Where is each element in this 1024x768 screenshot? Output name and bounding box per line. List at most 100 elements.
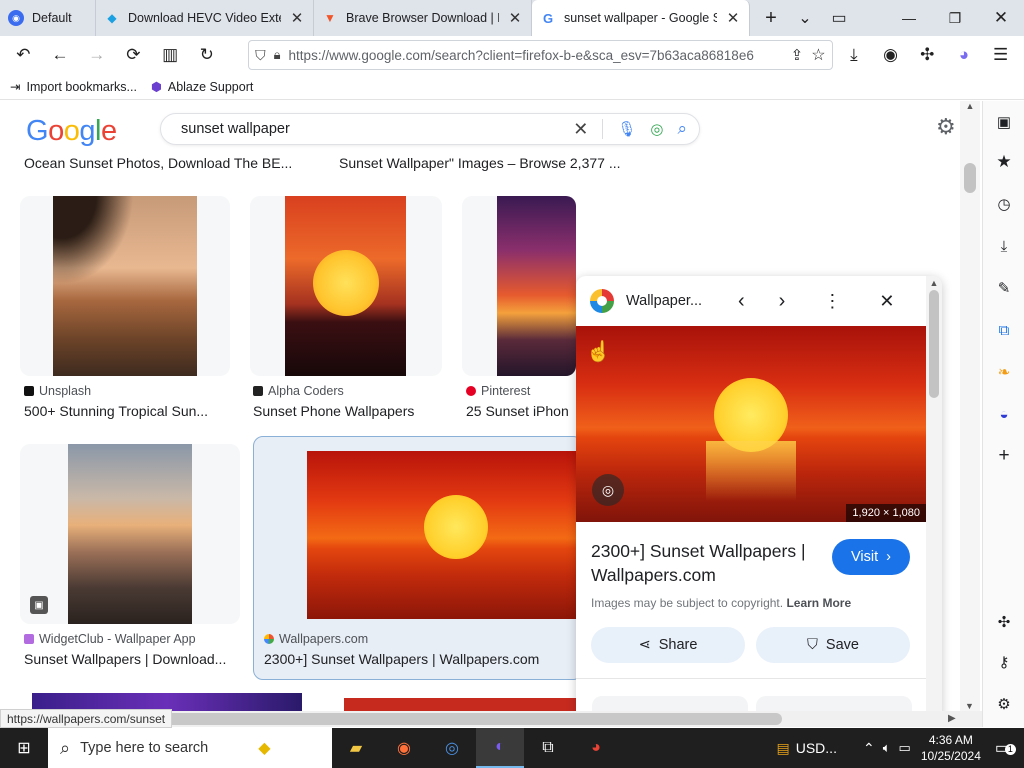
source-wallpapers-com[interactable]: Wallpapers.com [264,632,368,646]
panel-site-name[interactable]: Wallpaper... [626,293,710,309]
scroll-right-icon[interactable]: ▶ [948,713,956,724]
scroll-thumb[interactable] [929,290,939,398]
source-unsplash[interactable]: Unsplash [24,384,91,398]
search-icon[interactable]: ⌕ [677,119,687,139]
top-caption-2[interactable]: Sunset Wallpaper" Images – Browse 2,377 … [339,155,631,171]
settings-icon[interactable]: ⚙ [991,691,1017,717]
tab-google-search[interactable]: G sunset wallpaper - Google Search ✕ [532,0,750,36]
firefox-view-icon[interactable]: ▭ [822,0,856,36]
download-icon[interactable]: ⤓ [991,233,1017,259]
new-tab-icon[interactable]: + [754,0,788,36]
briefcase-icon[interactable]: ▣ [991,109,1017,135]
forward-icon[interactable]: → [79,39,114,71]
lens-search-icon[interactable]: ◎ [592,474,624,506]
page-scrollbar[interactable]: ▲ ▼ [960,101,980,711]
microphone-icon[interactable]: 🎙︎ [617,120,636,138]
clear-search-icon[interactable]: ✕ [573,119,588,140]
undo-icon[interactable]: ↶ [6,39,41,71]
save-button[interactable]: ⛉ Save [756,627,910,663]
downloads-icon[interactable]: ⤓ [837,39,872,71]
reload-icon[interactable]: ↻ [189,39,224,71]
scroll-down-icon[interactable]: ▼ [965,701,974,711]
search-input[interactable]: sunset wallpaper [181,121,559,137]
related-placeholder-2[interactable] [756,696,912,711]
result-title[interactable]: 500+ Stunning Tropical Sun... [24,403,234,419]
result-image-widgetclub[interactable]: ▣ [20,444,240,624]
app-icon[interactable]: ◒ [991,401,1017,427]
source-pinterest[interactable]: Pinterest [466,384,530,398]
scroll-up-icon[interactable]: ▲ [926,278,942,288]
notification-icon[interactable]: ▭ 1 [995,738,1016,758]
pen-icon[interactable]: ✎ [991,275,1017,301]
bookmark-import[interactable]: ⇥ Import bookmarks... [10,79,137,95]
add-icon[interactable]: + [991,443,1017,469]
next-icon[interactable]: › [779,290,786,313]
panel-scrollbar[interactable]: ▲ ▼ [926,276,942,711]
chrome-icon[interactable]: ◕ [572,728,620,768]
bookmark-star-icon[interactable]: ☆ [811,45,825,65]
sidebar-toggle-icon[interactable]: ▥ [153,39,188,71]
restore-icon[interactable]: ❐ [932,0,978,36]
tray-chevron-icon[interactable]: ⌃ [863,740,875,757]
windows-start-icon[interactable]: ⊞ [0,728,48,768]
menu-icon[interactable]: ☰ [983,39,1018,71]
lock-icon[interactable]: 🔒︎ [274,47,281,63]
previous-icon[interactable]: ‹ [738,290,745,313]
shield-icon[interactable]: ⛉ [255,47,266,64]
list-tabs-icon[interactable]: ⌄ [788,0,822,36]
sync-icon[interactable]: ⟳ [116,39,151,71]
visit-button[interactable]: Visit › [832,539,910,575]
close-tab-icon[interactable]: ✕ [507,9,523,27]
extensions-icon[interactable]: ✣ [910,39,945,71]
result-title[interactable]: Sunset Phone Wallpapers [253,403,443,419]
result-image-unsplash[interactable] [20,196,230,376]
share-button[interactable]: ⋖ Share [591,627,745,663]
bookmark-ablaze-support[interactable]: ⬢ Ablaze Support [151,79,253,95]
utility-icon[interactable]: ⧉ [524,728,572,768]
scroll-up-icon[interactable]: ▲ [960,101,980,111]
result-title[interactable]: 2300+] Sunset Wallpapers | Wallpapers.co… [264,651,580,667]
tab-default[interactable]: ◉ Default [0,0,96,36]
clock[interactable]: 4:36 AM 10/25/2024 [921,732,981,764]
taskbar-search[interactable]: ⌕ Type here to search ◆ [48,728,332,768]
close-tab-icon[interactable]: ✕ [725,9,741,27]
history-icon[interactable]: ◷ [991,191,1017,217]
settings-gear-icon[interactable]: ⚙ [936,114,956,140]
address-bar[interactable]: ⛉ 🔒︎ https://www.google.com/search?clien… [248,40,833,70]
lens-icon[interactable]: ◎ [650,120,663,138]
back-icon[interactable]: ← [43,39,78,71]
tab-hevc[interactable]: ◆ Download HEVC Video Extensions ✕ [96,0,314,36]
result-image-wallpapers-com[interactable]: Wallpapers.com 2300+] Sunset Wallpapers … [253,436,583,680]
result-title[interactable]: 25 Sunset iPhon [466,403,576,419]
key-icon[interactable]: ⚷ [991,649,1017,675]
url-text[interactable]: https://www.google.com/search?client=fir… [289,48,783,63]
tab-brave[interactable]: ▼ Brave Browser Download | Brave ✕ [314,0,532,36]
network-icon[interactable]: ▭ [899,740,911,756]
translate-icon[interactable]: ⧉ [991,317,1017,343]
leaf-icon[interactable]: ❧ [991,359,1017,385]
star-icon[interactable]: ★ [991,149,1017,175]
ablaze-taskbar-icon[interactable]: ◐ [476,728,524,768]
result-image-pinterest[interactable] [462,196,576,376]
firefox-icon[interactable]: ◉ [380,728,428,768]
learn-more-link[interactable]: Learn More [786,596,851,610]
source-alpha-coders[interactable]: Alpha Coders [253,384,344,398]
chromium-icon[interactable]: ◎ [428,728,476,768]
source-widgetclub[interactable]: WidgetClub - Wallpaper App [24,632,196,646]
currency-widget[interactable]: ▤ USD... [777,740,837,757]
scroll-thumb[interactable] [964,163,976,193]
profile-icon[interactable]: ◕ [947,39,982,71]
account-icon[interactable]: ◉ [873,39,908,71]
puzzle-icon[interactable]: ✣ [991,609,1017,635]
close-window-icon[interactable]: ✕ [978,0,1024,36]
related-placeholder-1[interactable] [592,696,748,711]
search-box[interactable]: sunset wallpaper ✕ 🎙︎ ◎ ⌕ [160,113,700,145]
panel-main-image[interactable]: ◎ 1,920 × 1,080 [576,326,926,522]
minimize-icon[interactable]: — [886,0,932,36]
close-tab-icon[interactable]: ✕ [289,9,305,27]
share-page-icon[interactable]: ⇪ [791,46,804,64]
result-image-alpha-coders[interactable] [250,196,442,376]
google-logo[interactable]: Google [26,115,117,148]
close-panel-icon[interactable]: ✕ [879,291,894,312]
more-options-icon[interactable]: ⋮ [823,291,841,312]
